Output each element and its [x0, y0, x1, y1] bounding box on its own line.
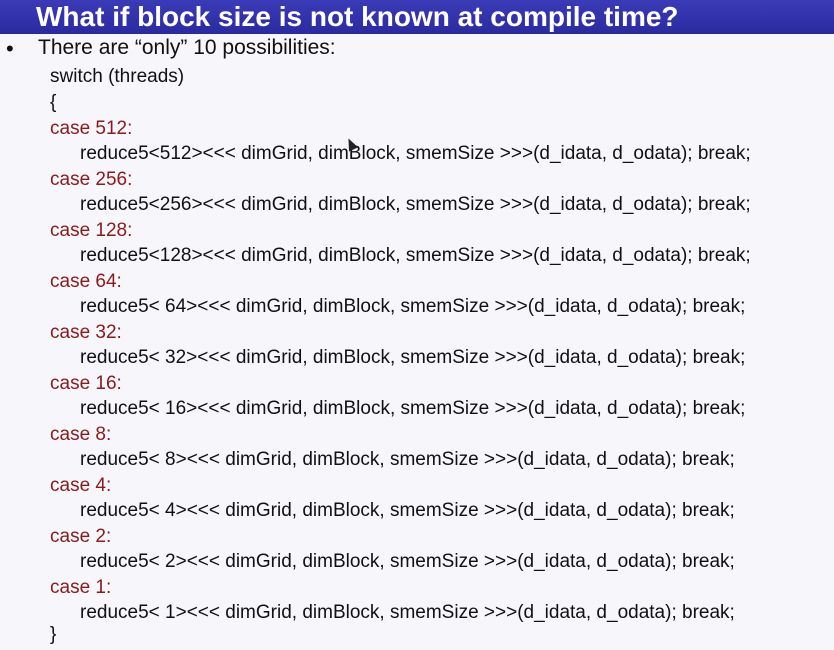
- case-label: case 1:: [50, 577, 112, 598]
- case-call: reduce5<128><<< dimGrid, dimBlock, smemS…: [80, 245, 751, 266]
- case-label: case 256:: [50, 169, 133, 190]
- case-call: reduce5< 64><<< dimGrid, dimBlock, smemS…: [80, 296, 746, 317]
- case-label: case 64:: [50, 271, 122, 292]
- code-close-brace: }: [50, 624, 57, 645]
- case-label: case 16:: [50, 373, 122, 394]
- title-bar: What if block size is not known at compi…: [0, 0, 834, 34]
- case-call: reduce5< 4><<< dimGrid, dimBlock, smemSi…: [80, 500, 735, 521]
- case-call: reduce5< 2><<< dimGrid, dimBlock, smemSi…: [80, 551, 735, 572]
- case-call: reduce5< 32><<< dimGrid, dimBlock, smemS…: [80, 347, 746, 368]
- case-call: reduce5<512><<< dimGrid, dimBlock, smemS…: [80, 143, 751, 164]
- slide-title: What if block size is not known at compi…: [36, 1, 679, 32]
- case-label: case 4:: [50, 475, 112, 496]
- case-label: case 8:: [50, 424, 112, 445]
- case-call: reduce5<256><<< dimGrid, dimBlock, smemS…: [80, 194, 751, 215]
- case-label: case 32:: [50, 322, 122, 343]
- code-open-brace: {: [50, 92, 57, 113]
- case-label: case 512:: [50, 118, 133, 139]
- case-call: reduce5< 1><<< dimGrid, dimBlock, smemSi…: [80, 602, 735, 623]
- bullet-marker: •: [6, 36, 14, 61]
- case-label: case 128:: [50, 220, 133, 241]
- code-switch-line: switch (threads): [50, 66, 185, 87]
- case-label: case 2:: [50, 526, 112, 547]
- case-call: reduce5< 8><<< dimGrid, dimBlock, smemSi…: [80, 449, 735, 470]
- bullet-text: There are “only” 10 possibilities:: [38, 36, 336, 59]
- case-call: reduce5< 16><<< dimGrid, dimBlock, smemS…: [80, 398, 746, 419]
- slide: What if block size is not known at compi…: [0, 0, 834, 650]
